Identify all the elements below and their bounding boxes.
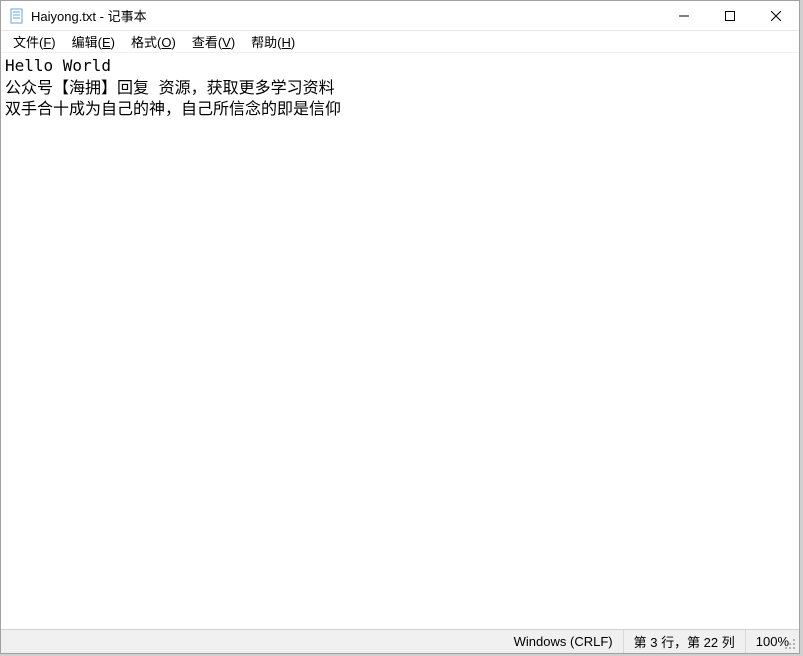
status-encoding: Windows (CRLF) [504,630,623,653]
maximize-button[interactable] [707,1,753,31]
notepad-window: Haiyong.txt - 记事本 文件(F) 编辑(E) 格式(O) [0,0,800,654]
text-editor[interactable] [1,53,799,629]
menu-view[interactable]: 查看(V) [184,30,243,53]
statusbar: Windows (CRLF) 第 3 行，第 22 列 100% [1,629,799,653]
window-controls [661,1,799,30]
status-position: 第 3 行，第 22 列 [623,630,745,653]
menubar: 文件(F) 编辑(E) 格式(O) 查看(V) 帮助(H) [1,31,799,53]
menu-file[interactable]: 文件(F) [5,30,64,53]
window-title: Haiyong.txt - 记事本 [31,6,661,25]
menu-help[interactable]: 帮助(H) [243,30,303,53]
titlebar[interactable]: Haiyong.txt - 记事本 [1,1,799,31]
menu-edit[interactable]: 编辑(E) [64,30,123,53]
notepad-icon [9,8,25,24]
menu-format[interactable]: 格式(O) [123,30,184,53]
content-area [1,53,799,629]
close-button[interactable] [753,1,799,31]
minimize-button[interactable] [661,1,707,31]
resize-grip-icon[interactable] [781,635,797,651]
